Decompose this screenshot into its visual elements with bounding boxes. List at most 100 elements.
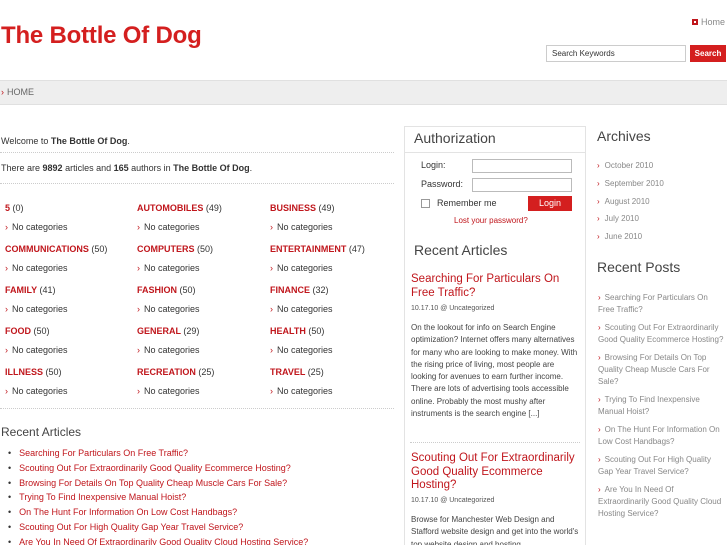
category-block: GENERAL (29) › No categories bbox=[137, 326, 267, 355]
category-count: (50) bbox=[179, 285, 196, 295]
stats-text: There are 9892 articles and 165 authors … bbox=[1, 163, 253, 173]
category-link[interactable]: ENTERTAINMENT (47) bbox=[270, 244, 400, 254]
category-link[interactable]: FINANCE (32) bbox=[270, 285, 400, 295]
category-count: (0) bbox=[12, 203, 24, 213]
list-item[interactable]: › Are You In Need Of Extraordinarily Good… bbox=[598, 484, 726, 520]
middle-column: Authorization Login: Password: Remember … bbox=[404, 126, 586, 545]
password-field[interactable] bbox=[472, 178, 572, 192]
category-link[interactable]: FASHION (50) bbox=[137, 285, 267, 295]
category-link[interactable]: FOOD (50) bbox=[5, 326, 135, 336]
list-item[interactable]: On The Hunt For Information On Low Cost … bbox=[8, 505, 308, 520]
category-link[interactable]: 5 (0) bbox=[5, 203, 135, 213]
list-item[interactable]: Scouting Out For High Quality Gap Year T… bbox=[8, 520, 308, 535]
list-item[interactable]: › Browsing For Details On Top Quality Che… bbox=[598, 352, 726, 388]
category-link[interactable]: AUTOMOBILES (49) bbox=[137, 203, 267, 213]
category-link[interactable]: TRAVEL (25) bbox=[270, 367, 400, 377]
category-count: (41) bbox=[39, 285, 56, 295]
list-item[interactable]: › On The Hunt For Information On Low Cost… bbox=[598, 424, 726, 448]
list-item[interactable]: › August 2010 bbox=[597, 196, 664, 214]
category-block: HEALTH (50) › No categories bbox=[270, 326, 400, 355]
list-item[interactable]: Browsing For Details On Top Quality Chea… bbox=[8, 476, 308, 491]
arrow-right-icon: › bbox=[5, 345, 8, 355]
category-block: COMPUTERS (50) › No categories bbox=[137, 244, 267, 273]
category-link[interactable]: COMPUTERS (50) bbox=[137, 244, 267, 254]
stats-site-name: The Bottle Of Dog bbox=[173, 163, 250, 173]
category-block: ILLNESS (50) › No categories bbox=[5, 367, 135, 396]
sidebar-recent-heading: Recent Articles bbox=[414, 242, 508, 258]
category-count: (50) bbox=[45, 367, 62, 377]
category-block: FOOD (50) › No categories bbox=[5, 326, 135, 355]
category-link[interactable]: GENERAL (29) bbox=[137, 326, 267, 336]
home-link[interactable]: Home bbox=[691, 17, 725, 27]
welcome-text: Welcome to The Bottle Of Dog. bbox=[1, 136, 130, 146]
list-item[interactable]: › Scouting Out For High Quality Gap Year … bbox=[598, 454, 726, 478]
login-button[interactable]: Login bbox=[528, 196, 572, 211]
category-count: (50) bbox=[33, 326, 50, 336]
remember-me-label: Remember me bbox=[437, 198, 497, 208]
subcategory-item: › No categories bbox=[5, 345, 68, 355]
login-field[interactable] bbox=[472, 159, 572, 173]
category-block: FINANCE (32) › No categories bbox=[270, 285, 400, 314]
subcategory-item: › No categories bbox=[270, 345, 333, 355]
recent-posts-list: › Searching For Particulars On Free Traff… bbox=[598, 292, 726, 526]
post-meta: 10.17.10 @ Uncategorized bbox=[411, 497, 495, 504]
category-link[interactable]: COMMUNICATIONS (50) bbox=[5, 244, 135, 254]
arrow-right-icon: › bbox=[270, 304, 273, 314]
welcome-site-name: The Bottle Of Dog bbox=[50, 136, 128, 146]
category-link[interactable]: RECREATION (25) bbox=[137, 367, 267, 377]
category-count: (50) bbox=[91, 244, 108, 254]
recent-posts-heading: Recent Posts bbox=[597, 259, 681, 275]
category-count: (50) bbox=[197, 244, 214, 254]
list-item[interactable]: › July 2010 bbox=[597, 213, 664, 231]
post-meta: 10.17.10 @ Uncategorized bbox=[411, 305, 495, 312]
lost-password-link[interactable]: Lost your password? bbox=[454, 216, 528, 225]
arrow-right-icon: › bbox=[137, 345, 140, 355]
arrow-right-icon: › bbox=[270, 345, 273, 355]
arrow-right-icon: › bbox=[598, 323, 601, 332]
divider bbox=[0, 408, 394, 409]
search-input[interactable] bbox=[546, 45, 686, 62]
list-item[interactable]: › October 2010 bbox=[597, 160, 664, 178]
category-count: (50) bbox=[308, 326, 325, 336]
articles-count: 9892 bbox=[42, 163, 63, 173]
category-link[interactable]: FAMILY (41) bbox=[5, 285, 135, 295]
post-title[interactable]: Searching For Particulars On Free Traffi… bbox=[411, 273, 581, 300]
arrow-right-icon: › bbox=[597, 161, 600, 170]
archives-heading: Archives bbox=[597, 128, 651, 144]
site-title[interactable]: The Bottle Of Dog bbox=[1, 22, 202, 50]
category-block: COMMUNICATIONS (50) › No categories bbox=[5, 244, 135, 273]
list-item[interactable]: › June 2010 bbox=[597, 231, 664, 249]
subcategory-item: › No categories bbox=[270, 263, 333, 273]
category-link[interactable]: BUSINESS (49) bbox=[270, 203, 400, 213]
category-link[interactable]: HEALTH (50) bbox=[270, 326, 400, 336]
category-count: (29) bbox=[183, 326, 200, 336]
category-count: (49) bbox=[205, 203, 222, 213]
search-button[interactable]: Search bbox=[690, 45, 726, 62]
post-title[interactable]: Scouting Out For Extraordinarily Good Qu… bbox=[411, 452, 581, 493]
category-link[interactable]: ILLNESS (50) bbox=[5, 367, 135, 377]
subcategory-item: › No categories bbox=[137, 304, 200, 314]
category-block: ENTERTAINMENT (47) › No categories bbox=[270, 244, 400, 273]
category-block: RECREATION (25) › No categories bbox=[137, 367, 267, 396]
list-item[interactable]: Are You In Need Of Extraordinarily Good … bbox=[8, 535, 308, 545]
category-block: FASHION (50) › No categories bbox=[137, 285, 267, 314]
list-item[interactable]: Searching For Particulars On Free Traffi… bbox=[8, 446, 308, 461]
login-label: Login: bbox=[421, 160, 446, 170]
remember-me-checkbox[interactable] bbox=[421, 199, 430, 208]
category-count: (25) bbox=[307, 367, 324, 377]
divider bbox=[0, 152, 394, 153]
list-item[interactable]: › Scouting Out For Extraordinarily Good Q… bbox=[598, 322, 726, 346]
arrow-right-icon: › bbox=[598, 395, 601, 404]
post-excerpt: On the lookout for info on Search Engine… bbox=[411, 323, 578, 419]
subcategory-item: › No categories bbox=[137, 222, 200, 232]
list-item[interactable]: › Trying To Find Inexpensive Manual Hoist… bbox=[598, 394, 726, 418]
list-item[interactable]: › September 2010 bbox=[597, 178, 664, 196]
category-block: AUTOMOBILES (49) › No categories bbox=[137, 203, 267, 232]
list-item[interactable]: Scouting Out For Extraordinarily Good Qu… bbox=[8, 461, 308, 476]
arrow-right-icon: › bbox=[598, 353, 601, 362]
list-item[interactable]: Trying To Find Inexpensive Manual Hoist? bbox=[8, 490, 308, 505]
arrow-right-icon: › bbox=[598, 425, 601, 434]
breadcrumb-home[interactable]: › HOME bbox=[1, 87, 34, 97]
list-item[interactable]: › Searching For Particulars On Free Traff… bbox=[598, 292, 726, 316]
subcategory-item: › No categories bbox=[270, 386, 333, 396]
